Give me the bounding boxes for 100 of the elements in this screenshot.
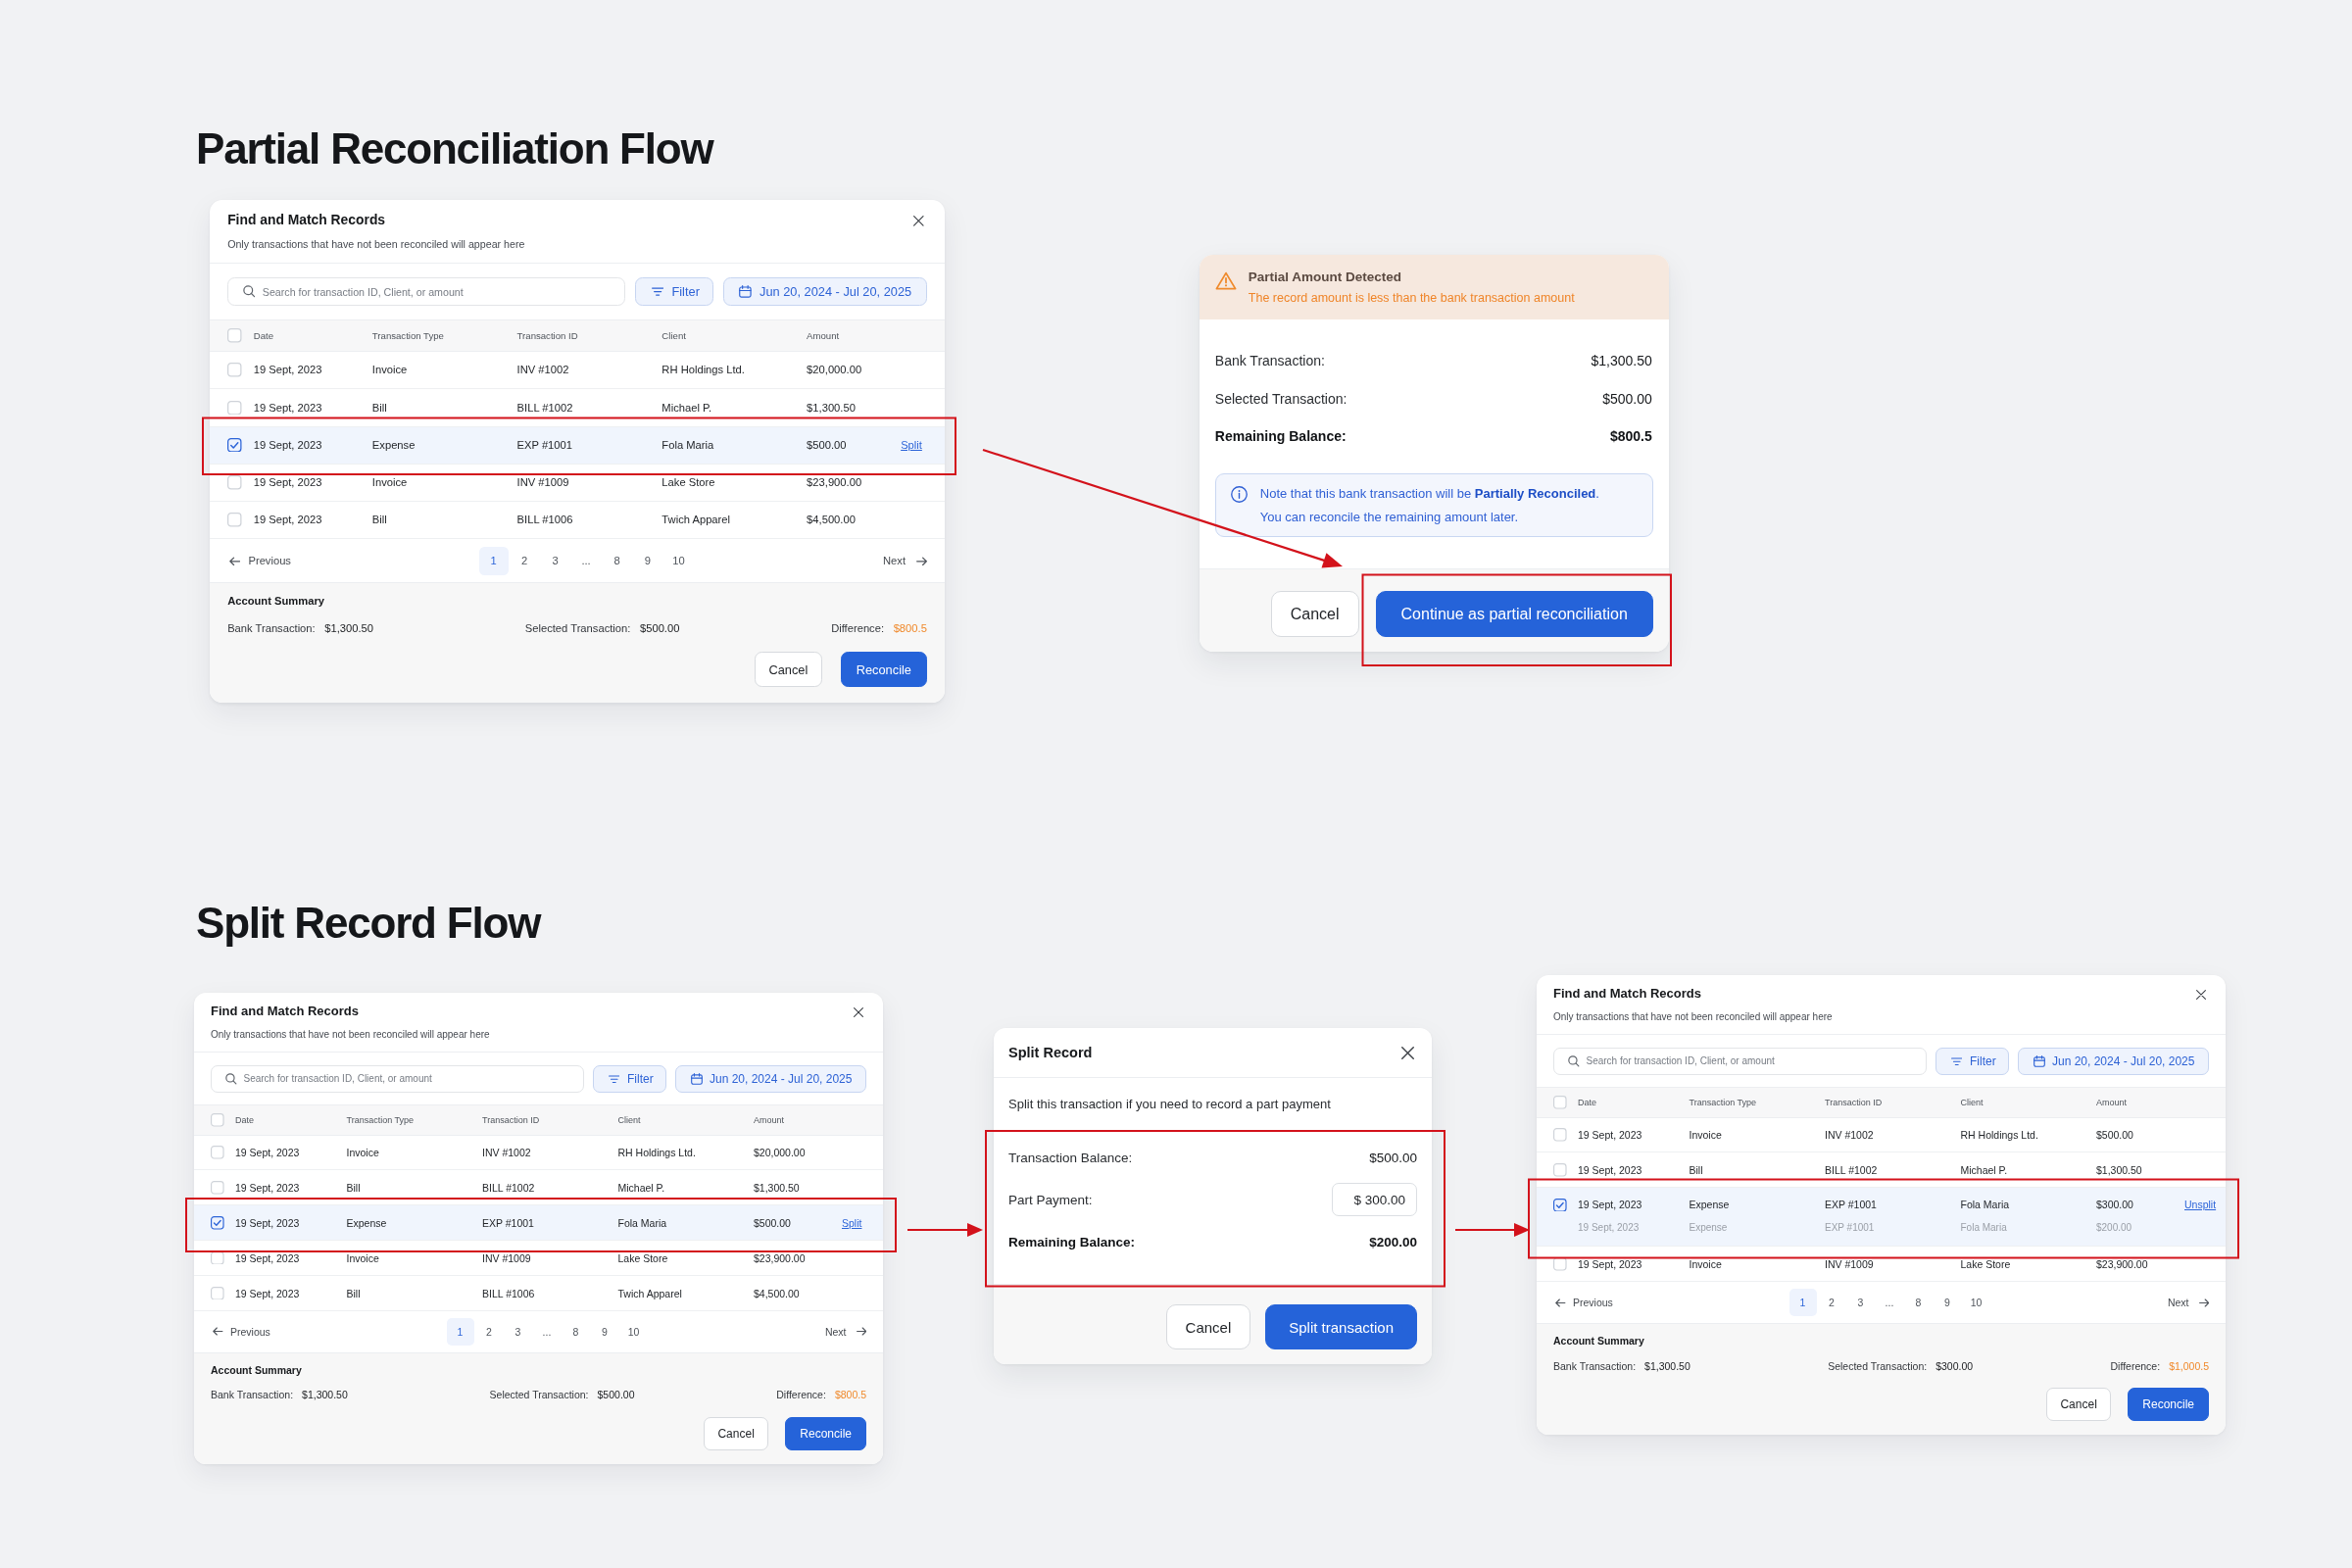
- table-cell: Bill: [371, 401, 387, 415]
- table-cell: Fola Maria: [662, 438, 714, 452]
- page-button[interactable]: 3: [540, 546, 570, 576]
- action-link[interactable]: Split: [901, 438, 922, 452]
- filter-button[interactable]: Filter: [634, 276, 714, 307]
- cancel-button[interactable]: Cancel: [1165, 1304, 1251, 1350]
- page-button[interactable]: 2: [1818, 1289, 1845, 1316]
- select-all-checkbox[interactable]: [1553, 1096, 1567, 1109]
- page-button[interactable]: 8: [562, 1317, 590, 1346]
- page-button[interactable]: 1: [1788, 1289, 1817, 1316]
- table-cell: INV #1002: [482, 1147, 531, 1158]
- page-button[interactable]: 2: [475, 1317, 503, 1346]
- confirm-button[interactable]: Split transaction: [1265, 1304, 1417, 1350]
- row-checkbox[interactable]: [211, 1216, 224, 1230]
- table-cell: INV #1009: [516, 475, 569, 489]
- confirm-button[interactable]: Reconcile: [785, 1416, 866, 1450]
- next-button[interactable]: Next: [883, 555, 927, 567]
- table-cell: $1,300.50: [807, 401, 856, 415]
- filter-button[interactable]: Filter: [592, 1065, 666, 1093]
- row-checkbox[interactable]: [227, 437, 242, 453]
- table-cell: Twich Apparel: [617, 1287, 682, 1299]
- close-icon[interactable]: [1400, 1046, 1414, 1059]
- summary-value: $500.00: [639, 621, 680, 636]
- previous-button[interactable]: Previous: [211, 1325, 270, 1338]
- table-cell: EXP #1001: [1825, 1222, 1875, 1235]
- summary-value: $800.5: [834, 1389, 866, 1402]
- select-all-checkbox[interactable]: [211, 1113, 224, 1127]
- search-field[interactable]: Search for transaction ID, Client, or amount: [227, 276, 626, 307]
- page-button[interactable]: 1: [446, 1317, 474, 1346]
- close-icon[interactable]: [2196, 990, 2206, 1001]
- confirm-button[interactable]: Reconcile: [2128, 1388, 2209, 1422]
- table-cell: Invoice: [1689, 1257, 1722, 1270]
- date-range-button[interactable]: Jun 20, 2024 - Jul 20, 2025: [722, 276, 927, 307]
- page-button[interactable]: ...: [1876, 1289, 1903, 1316]
- page-button[interactable]: ...: [571, 546, 601, 576]
- close-icon[interactable]: [913, 216, 924, 226]
- action-link[interactable]: Split: [842, 1216, 862, 1229]
- table-cell: $500.00: [754, 1216, 791, 1229]
- search-field[interactable]: Search for transaction ID, Client, or amount: [211, 1065, 584, 1093]
- table-cell: Invoice: [346, 1251, 379, 1264]
- page-button[interactable]: 8: [602, 546, 632, 576]
- cancel-button[interactable]: Cancel: [754, 652, 823, 688]
- amount-input[interactable]: $ 300.00: [1332, 1183, 1417, 1217]
- page-button[interactable]: 10: [1962, 1289, 1990, 1316]
- arrow-right-icon: [2198, 1298, 2209, 1307]
- cancel-button[interactable]: Cancel: [704, 1416, 768, 1450]
- page-button[interactable]: 8: [1904, 1289, 1933, 1316]
- summary-title: Account Summary: [227, 595, 324, 610]
- table-cell: 19 Sept, 2023: [235, 1147, 300, 1158]
- action-link[interactable]: Unsplit: [2184, 1199, 2217, 1211]
- summary-label: Selected Transaction:: [489, 1389, 589, 1402]
- summary-value: $500.00: [597, 1389, 635, 1402]
- table-cell: $500.00: [807, 438, 847, 452]
- table-cell: 19 Sept, 2023: [253, 401, 322, 415]
- previous-button[interactable]: Previous: [227, 555, 291, 567]
- calendar-icon: [690, 1072, 703, 1085]
- page-button[interactable]: 9: [591, 1317, 618, 1346]
- cancel-button[interactable]: Cancel: [1270, 591, 1359, 637]
- warning-icon: [1214, 270, 1237, 290]
- page-button[interactable]: 3: [1846, 1289, 1875, 1316]
- table-cell: RH Holdings Ltd.: [662, 364, 745, 377]
- table-cell: Bill: [346, 1181, 361, 1194]
- date-range-button[interactable]: Jun 20, 2024 - Jul 20, 2025: [2018, 1048, 2209, 1075]
- search-field[interactable]: Search for transaction ID, Client, or amount: [1553, 1048, 1927, 1075]
- close-icon[interactable]: [854, 1007, 863, 1018]
- page-button[interactable]: 9: [1934, 1289, 1961, 1316]
- table-cell: Lake Store: [662, 475, 715, 489]
- page-button[interactable]: ...: [533, 1317, 561, 1346]
- date-range-button[interactable]: Jun 20, 2024 - Jul 20, 2025: [675, 1065, 866, 1093]
- next-button[interactable]: Next: [824, 1325, 866, 1338]
- table-cell: 19 Sept, 2023: [253, 475, 322, 489]
- arrow-right-icon: [856, 1327, 866, 1337]
- alert-message: The record amount is less than the bank transaction amount: [1248, 290, 1575, 306]
- search-icon: [243, 285, 256, 298]
- page-button[interactable]: 9: [633, 546, 662, 576]
- cancel-button[interactable]: Cancel: [2046, 1388, 2111, 1422]
- next-button[interactable]: Next: [2167, 1297, 2209, 1308]
- search-icon: [1568, 1055, 1580, 1067]
- filter-button[interactable]: Filter: [1935, 1048, 2009, 1075]
- confirm-button[interactable]: Reconcile: [840, 652, 927, 688]
- page-button[interactable]: 2: [510, 546, 540, 576]
- table-cell: Fola Maria: [617, 1216, 667, 1229]
- table-cell: Lake Store: [1960, 1257, 2011, 1270]
- info-icon: [1230, 485, 1248, 503]
- page-button[interactable]: 1: [478, 546, 509, 576]
- table-cell: INV #1009: [1825, 1257, 1874, 1270]
- column-header: Date: [253, 329, 274, 341]
- summary-value: $800.5: [893, 621, 927, 636]
- column-header: Client: [617, 1114, 641, 1125]
- page-button[interactable]: 10: [619, 1317, 648, 1346]
- confirm-button[interactable]: Continue as partial reconciliation: [1375, 591, 1653, 637]
- row-checkbox[interactable]: [1553, 1198, 1567, 1212]
- previous-button[interactable]: Previous: [1553, 1297, 1613, 1308]
- page-button[interactable]: 3: [504, 1317, 532, 1346]
- table-cell: RH Holdings Ltd.: [1960, 1129, 2038, 1141]
- page-button[interactable]: 10: [663, 546, 694, 576]
- dialog-subtitle: Only transactions that have not been reconciled will appear here: [1553, 1011, 1833, 1024]
- column-header: Client: [662, 329, 686, 341]
- table-cell: BILL #1006: [516, 514, 573, 526]
- select-all-checkbox[interactable]: [227, 328, 242, 343]
